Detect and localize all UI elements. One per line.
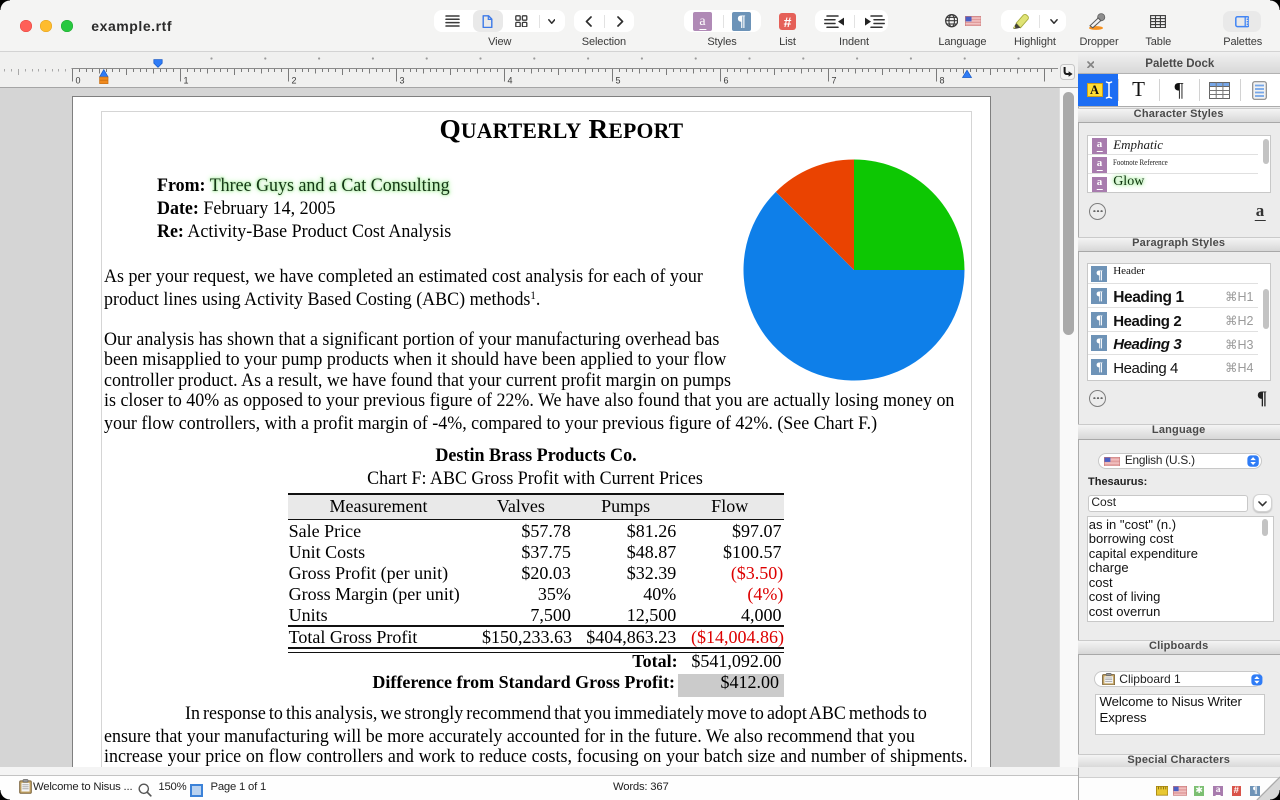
svg-text:0: 0: [76, 76, 81, 86]
svg-text:2: 2: [292, 76, 297, 86]
svg-text:6: 6: [724, 76, 729, 86]
svg-text:4: 4: [508, 76, 513, 86]
svg-text:5: 5: [616, 76, 621, 86]
svg-text:8: 8: [940, 76, 945, 86]
svg-text:3: 3: [400, 76, 405, 86]
svg-text:7: 7: [832, 76, 837, 86]
svg-text:1: 1: [184, 76, 189, 86]
